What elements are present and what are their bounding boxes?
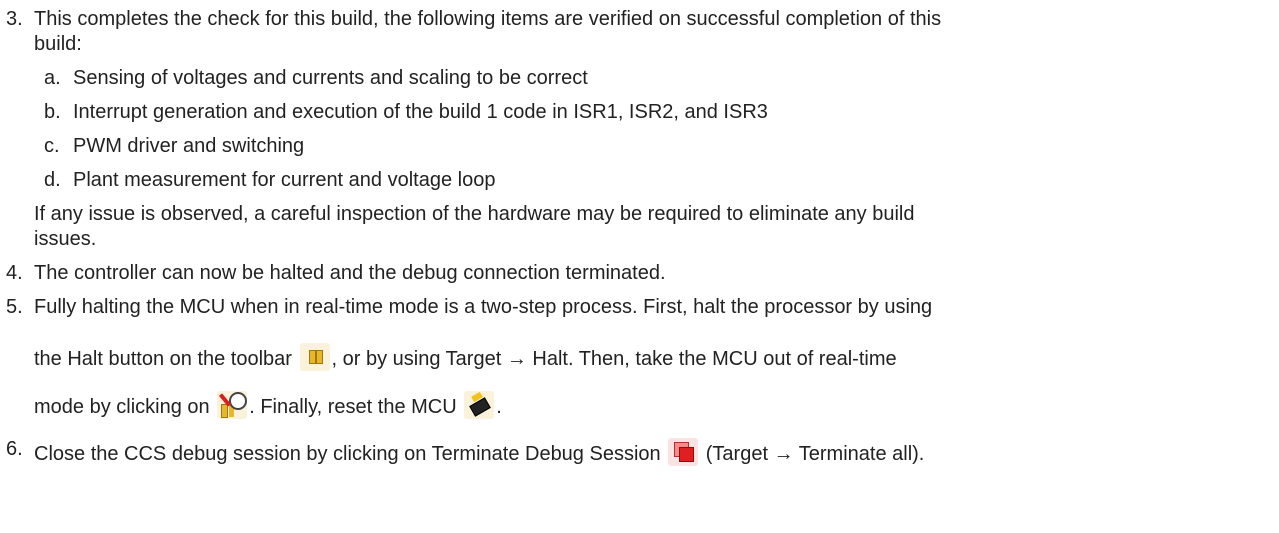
reset-mcu-icon <box>464 391 495 419</box>
sub-item-letter: b. <box>44 101 61 123</box>
step-6-text: Close the CCS debug session by clicking … <box>34 438 924 466</box>
terminate-debug-icon <box>668 438 699 466</box>
sub-item-text: Sensing of voltages and currents and sca… <box>73 67 588 89</box>
step-6-text-after: (Target → Terminate all). <box>705 443 925 465</box>
sub-item-text: Interrupt generation and execution of th… <box>73 101 768 123</box>
step-4-text: The controller can now be halted and the… <box>34 262 666 284</box>
step-3-text: This completes the check for this build,… <box>34 8 942 30</box>
sub-item-letter: a. <box>44 67 61 89</box>
step-4-number: 4. <box>6 262 23 284</box>
document-page: 3. This completes the check for this bui… <box>0 0 1279 533</box>
step-5-number: 5. <box>6 296 23 318</box>
step-6-text-before: Close the CCS debug session by clicking … <box>34 443 661 465</box>
step-3-number: 3. <box>6 8 23 30</box>
step-5-text: Fully halting the MCU when in real-time … <box>34 296 933 318</box>
step-3-note: If any issue is observed, a careful insp… <box>34 203 915 225</box>
step-5-line-3-text: mode by clicking on . Finally, reset the… <box>34 391 502 419</box>
step-5-line-2-text: the Halt button on the toolbar , or by u… <box>34 343 897 371</box>
halt-icon <box>299 343 330 371</box>
sub-item-text: Plant measurement for current and voltag… <box>73 169 496 191</box>
sub-item-letter: c. <box>44 135 60 157</box>
step-5-realtime-text: mode by clicking on <box>34 396 210 418</box>
step-5-halt-text-after: , or by using Target → Halt. Then, take … <box>331 348 897 370</box>
sub-item-letter: d. <box>44 169 61 191</box>
realtime-mode-icon <box>217 391 248 419</box>
step-5-reset-text: . Finally, reset the MCU <box>249 396 457 418</box>
step-5-end: . <box>496 396 502 418</box>
sub-item-text: PWM driver and switching <box>73 135 305 157</box>
step-5-halt-text: the Halt button on the toolbar <box>34 348 292 370</box>
step-3-text-cont: build: <box>34 33 82 55</box>
step-6-number: 6. <box>6 438 23 460</box>
step-3-note-cont: issues. <box>34 228 97 250</box>
